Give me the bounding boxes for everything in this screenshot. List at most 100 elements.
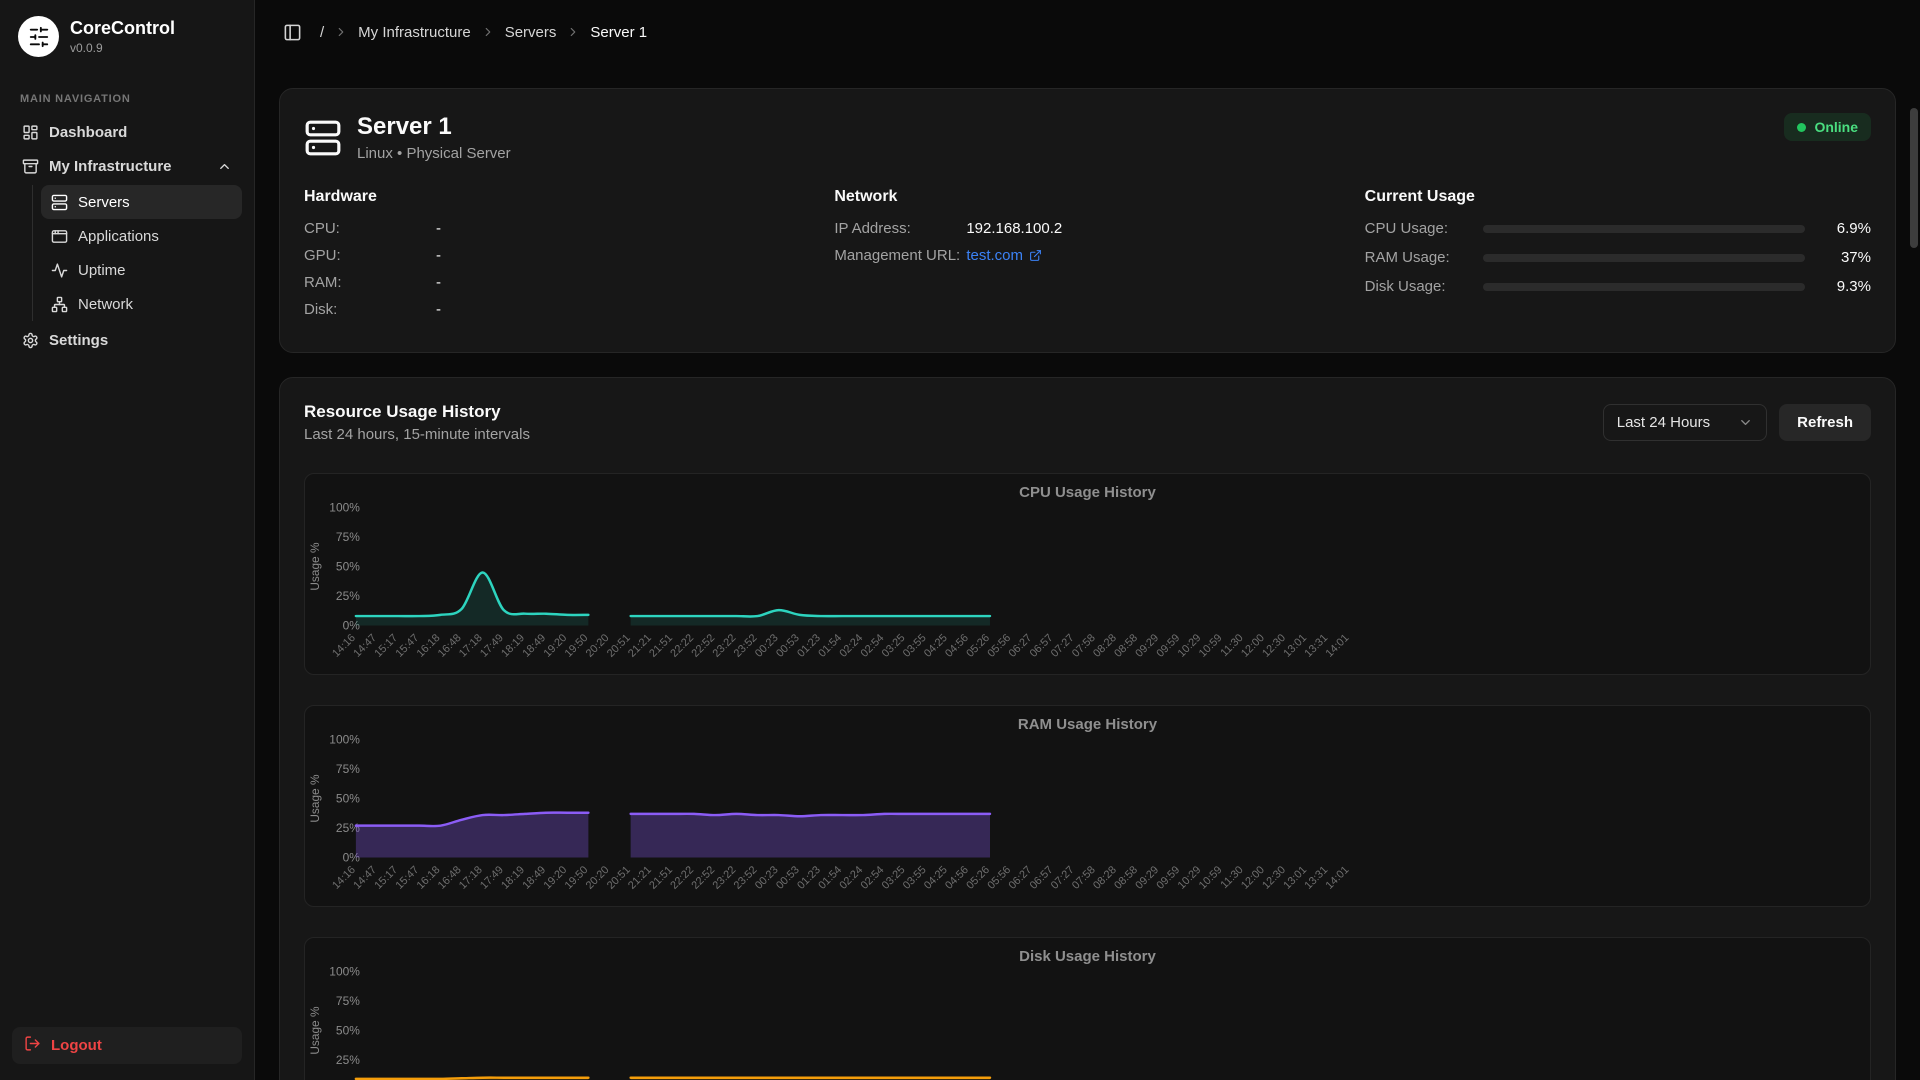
usage-row-cpu: CPU Usage: 6.9% — [1365, 220, 1871, 237]
svg-text:00:53: 00:53 — [774, 632, 802, 660]
ram-usage-plot: 0%25%50%75%100%Usage %14:1614:4715:1715:… — [305, 706, 1870, 906]
svg-text:09:29: 09:29 — [1133, 864, 1161, 892]
svg-text:17:49: 17:49 — [478, 632, 506, 660]
svg-text:22:52: 22:52 — [689, 864, 717, 892]
breadcrumb-servers[interactable]: Servers — [505, 24, 557, 41]
svg-text:20:20: 20:20 — [584, 632, 612, 660]
app-root: CoreControl v0.0.9 MAIN NAVIGATION Dashb… — [0, 0, 1920, 1080]
ram-progress-bar — [1483, 254, 1805, 262]
svg-text:23:52: 23:52 — [732, 632, 760, 660]
svg-text:14:47: 14:47 — [351, 864, 379, 892]
nav-item-label: Uptime — [78, 262, 126, 279]
svg-text:08:58: 08:58 — [1112, 864, 1140, 892]
svg-text:75%: 75% — [336, 762, 360, 776]
nav-item-label: Servers — [78, 194, 130, 211]
svg-text:22:52: 22:52 — [689, 632, 717, 660]
sidebar-item-applications[interactable]: Applications — [41, 219, 242, 253]
hardware-row-disk: Disk: - — [304, 301, 810, 318]
svg-text:14:16: 14:16 — [330, 864, 358, 892]
svg-text:00:23: 00:23 — [753, 632, 781, 660]
svg-text:01:23: 01:23 — [795, 632, 823, 660]
svg-text:01:54: 01:54 — [816, 864, 844, 892]
breadcrumb-root[interactable]: / — [320, 24, 324, 41]
cpu-usage-plot: 0%25%50%75%100%Usage %14:1614:4715:1715:… — [305, 474, 1870, 674]
svg-text:04:25: 04:25 — [922, 864, 950, 892]
svg-text:19:20: 19:20 — [541, 632, 569, 660]
breadcrumb-my-infrastructure[interactable]: My Infrastructure — [358, 24, 471, 41]
svg-text:03:25: 03:25 — [880, 632, 908, 660]
sidebar-item-dashboard[interactable]: Dashboard — [12, 115, 242, 149]
chevron-down-icon — [1738, 415, 1753, 430]
svg-text:10:29: 10:29 — [1176, 864, 1204, 892]
sidebar-toggle-button[interactable] — [279, 19, 306, 46]
svg-text:04:25: 04:25 — [922, 632, 950, 660]
management-url-link[interactable]: test.com — [966, 247, 1042, 264]
status-text: Online — [1814, 119, 1858, 135]
refresh-button[interactable]: Refresh — [1779, 404, 1871, 441]
svg-text:02:24: 02:24 — [837, 632, 865, 660]
svg-text:75%: 75% — [336, 994, 360, 1008]
scrollbar-thumb[interactable] — [1910, 108, 1918, 248]
chevron-right-icon — [334, 25, 348, 39]
topbar: / My Infrastructure Servers Server 1 — [255, 0, 1920, 64]
sidebar-header: CoreControl v0.0.9 — [12, 14, 242, 67]
sidebar-item-servers[interactable]: Servers — [41, 185, 242, 219]
network-heading: Network — [834, 188, 1340, 206]
svg-text:18:49: 18:49 — [520, 632, 548, 660]
hardware-row-cpu: CPU: - — [304, 220, 810, 237]
svg-text:100%: 100% — [329, 965, 360, 979]
svg-text:100%: 100% — [329, 733, 360, 747]
app-version: v0.0.9 — [70, 41, 175, 55]
main-area: / My Infrastructure Servers Server 1 Ser… — [255, 0, 1920, 1080]
svg-text:20:20: 20:20 — [584, 864, 612, 892]
app-logo-icon — [18, 16, 59, 57]
svg-text:75%: 75% — [336, 530, 360, 544]
svg-text:03:55: 03:55 — [901, 864, 929, 892]
sidebar-nav: Dashboard My Infrastructure Servers — [12, 115, 242, 357]
svg-text:07:27: 07:27 — [1049, 632, 1077, 660]
svg-text:50%: 50% — [336, 1024, 360, 1038]
infrastructure-icon — [22, 158, 39, 175]
sidebar-item-my-infrastructure[interactable]: My Infrastructure — [12, 149, 242, 183]
chevron-right-icon — [566, 25, 580, 39]
svg-text:07:58: 07:58 — [1070, 632, 1098, 660]
history-title-block: Resource Usage History Last 24 hours, 15… — [304, 402, 530, 443]
svg-text:05:26: 05:26 — [964, 864, 992, 892]
network-row-ip: IP Address: 192.168.100.2 — [834, 220, 1340, 237]
sidebar-item-settings[interactable]: Settings — [12, 323, 242, 357]
breadcrumb: / My Infrastructure Servers Server 1 — [320, 24, 647, 41]
svg-text:15:47: 15:47 — [393, 632, 421, 660]
svg-text:15:17: 15:17 — [372, 632, 400, 660]
svg-text:14:01: 14:01 — [1324, 864, 1352, 892]
svg-text:12:00: 12:00 — [1239, 864, 1267, 892]
svg-text:16:48: 16:48 — [436, 632, 464, 660]
svg-text:50%: 50% — [336, 560, 360, 574]
svg-text:21:21: 21:21 — [626, 632, 654, 660]
sidebar-item-uptime[interactable]: Uptime — [41, 253, 242, 287]
svg-text:12:30: 12:30 — [1260, 632, 1288, 660]
svg-text:08:28: 08:28 — [1091, 632, 1119, 660]
hardware-section: Hardware CPU: - GPU: - RAM: - — [304, 188, 810, 328]
svg-text:00:23: 00:23 — [753, 864, 781, 892]
svg-text:09:59: 09:59 — [1154, 864, 1182, 892]
history-subtitle: Last 24 hours, 15-minute intervals — [304, 426, 530, 443]
breadcrumb-server-1: Server 1 — [590, 24, 647, 41]
chevron-right-icon — [481, 25, 495, 39]
sidebar-item-network[interactable]: Network — [41, 287, 242, 321]
svg-text:09:59: 09:59 — [1154, 632, 1182, 660]
servers-icon — [51, 194, 68, 211]
dashboard-icon — [22, 124, 39, 141]
svg-text:17:49: 17:49 — [478, 864, 506, 892]
usage-row-disk: Disk Usage: 9.3% — [1365, 278, 1871, 295]
svg-text:16:18: 16:18 — [415, 632, 443, 660]
ram-usage-chart: RAM Usage History 0%25%50%75%100%Usage %… — [304, 705, 1871, 907]
svg-text:05:26: 05:26 — [964, 632, 992, 660]
time-range-select[interactable]: Last 24 Hours — [1603, 404, 1767, 441]
logout-button[interactable]: Logout — [12, 1027, 242, 1064]
svg-text:22:22: 22:22 — [668, 632, 696, 660]
svg-text:07:58: 07:58 — [1070, 864, 1098, 892]
svg-text:18:49: 18:49 — [520, 864, 548, 892]
svg-text:16:48: 16:48 — [436, 864, 464, 892]
nav-item-label: Network — [78, 296, 133, 313]
svg-text:19:50: 19:50 — [563, 864, 591, 892]
